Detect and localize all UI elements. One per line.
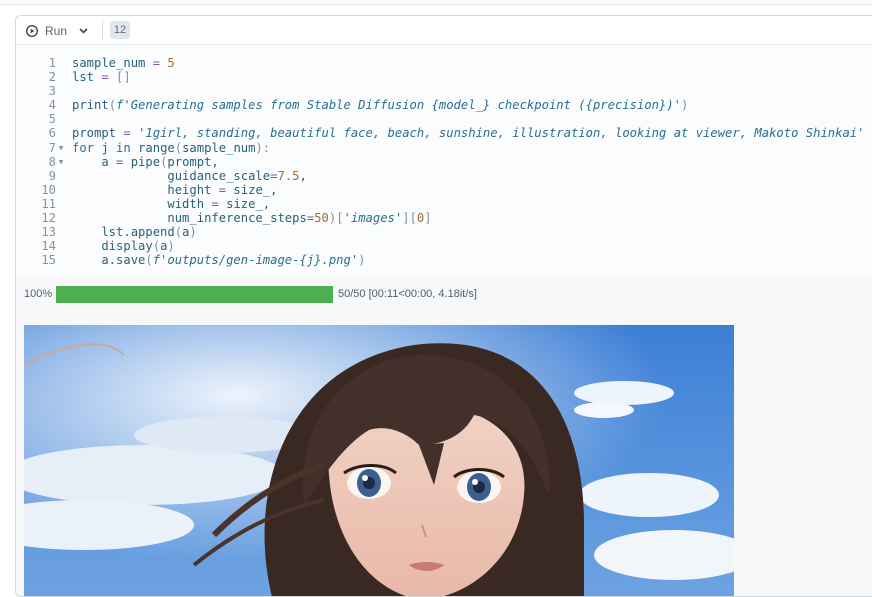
code-text: guidance_scale=7.5, xyxy=(72,168,307,183)
progress-bar xyxy=(56,285,333,303)
line-number: 6 xyxy=(48,126,56,141)
line-number: 4 xyxy=(48,98,56,113)
code-text: prompt = '1girl, standing, beautiful fac… xyxy=(72,126,865,141)
notebook-cell[interactable]: Run 12 1 sample_num = 5 2 lst = [] 3 4 print(f… xyxy=(15,15,872,597)
line-number: 2 xyxy=(48,70,56,85)
line-number: 12 xyxy=(41,211,56,226)
run-label: Run xyxy=(45,24,68,38)
generated-image xyxy=(24,325,734,596)
line-number: 7 xyxy=(48,140,56,155)
line-number: 5 xyxy=(48,112,56,127)
line-number: 14 xyxy=(41,239,56,254)
code-text: a = pipe(prompt, xyxy=(72,154,219,169)
progress-percent: 100% xyxy=(24,288,53,300)
progress-stats: 50/50 [00:11<00:00, 4.18it/s] xyxy=(338,288,477,300)
code-text: height = size_, xyxy=(72,182,278,197)
run-button[interactable]: Run xyxy=(26,22,88,40)
progress-row: 100% 50/50 [00:11<00:00, 4.18it/s] xyxy=(24,285,477,303)
code-text: lst.append(a) xyxy=(72,225,197,240)
code-text: width = size_, xyxy=(72,196,271,211)
line-number: 3 xyxy=(48,84,56,99)
code-text: display(a) xyxy=(72,239,175,254)
code-text: lst = [] xyxy=(72,70,131,85)
line-number: 1 xyxy=(48,56,56,70)
code-text: num_inference_steps=50)['images'][0] xyxy=(72,211,432,226)
line-number: 11 xyxy=(41,196,56,211)
progress-bar-fill xyxy=(56,285,333,303)
fold-caret-icon[interactable]: ▼ xyxy=(59,155,63,169)
line-number: 9 xyxy=(48,168,56,183)
cell-toolbar: Run 12 xyxy=(16,16,872,45)
code-editor[interactable]: 1 sample_num = 5 2 lst = [] 3 4 print(f'Genera… xyxy=(16,45,872,277)
line-number: 10 xyxy=(41,182,56,197)
fold-caret-icon[interactable]: ▼ xyxy=(59,141,63,155)
line-number: 8 xyxy=(48,154,56,169)
code-text: a.save(f'outputs/gen-image-{j}.png') xyxy=(72,253,366,268)
code-text: for j in range(sample_num): xyxy=(72,140,271,155)
play-icon xyxy=(26,25,38,37)
code-text: print(f'Generating samples from Stable D… xyxy=(72,98,689,113)
chevron-down-icon[interactable] xyxy=(79,28,88,34)
code-text: sample_num = 5 xyxy=(72,56,175,70)
cell-output: 100% 50/50 [00:11<00:00, 4.18it/s] xyxy=(16,277,872,596)
line-number: 13 xyxy=(41,225,56,240)
line-number: 15 xyxy=(41,253,56,268)
toolbar-divider xyxy=(102,21,103,40)
top-divider xyxy=(0,0,872,5)
execution-count-badge: 12 xyxy=(110,21,130,39)
